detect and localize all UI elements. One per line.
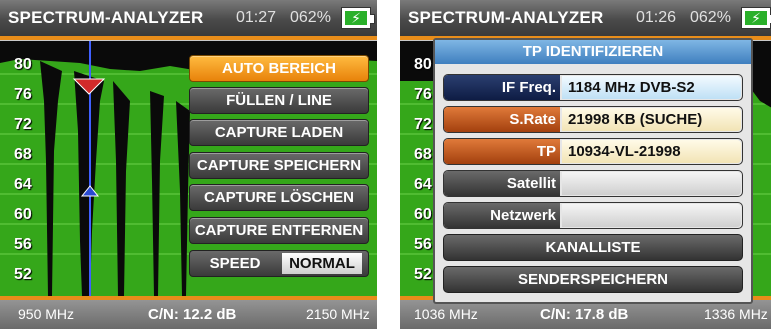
y-axis-label: 80 (414, 56, 432, 73)
network-row[interactable]: Netzwerk (443, 202, 743, 229)
y-axis-label: 76 (414, 86, 432, 103)
accent-line (0, 36, 377, 40)
transponder-label: TP (444, 139, 560, 164)
network-label: Netzwerk (444, 203, 560, 228)
y-axis-label: 56 (414, 236, 432, 253)
y-axis-label: 72 (414, 116, 432, 133)
capture-delete-button[interactable]: CAPTURE LÖSCHEN (189, 184, 369, 211)
speed-selector[interactable]: SPEED NORMAL (189, 250, 369, 277)
screen-title: SPECTRUM-ANALYZER (8, 8, 204, 27)
save-channels-button[interactable]: SENDERSPEICHERN (443, 266, 743, 293)
speed-value[interactable]: NORMAL (282, 253, 362, 274)
y-axis-label: 60 (414, 206, 432, 223)
auto-range-button[interactable]: AUTO BEREICH (189, 55, 369, 82)
cn-readout: C/N: 12.2 dB (148, 306, 237, 323)
capture-save-button[interactable]: CAPTURE SPEICHERN (189, 152, 369, 179)
capture-load-button[interactable]: CAPTURE LADEN (189, 119, 369, 146)
symbol-rate-label: S.Rate (444, 107, 560, 132)
end-frequency: 1336 MHz (704, 306, 768, 322)
y-axis-label: 72 (14, 116, 32, 133)
if-frequency-row[interactable]: IF Freq. 1184 MHz DVB-S2 (443, 74, 743, 101)
transponder-value: 10934-VL-21998 (562, 140, 741, 163)
y-axis-label: 56 (14, 236, 32, 253)
network-value (562, 204, 741, 227)
y-axis-label: 68 (414, 146, 432, 163)
screen-title: SPECTRUM-ANALYZER (408, 8, 604, 27)
capture-remove-button[interactable]: CAPTURE ENTFERNEN (189, 217, 369, 244)
clock: 01:27 (236, 9, 277, 26)
y-axis-label: 52 (14, 266, 32, 283)
y-axis-label: 76 (14, 86, 32, 103)
battery-percent: 062% (290, 9, 331, 26)
satellite-value (562, 172, 741, 195)
y-axis-label: 60 (14, 206, 32, 223)
spectrum-plot: 80 76 72 68 64 60 56 52 AUTO BEREICH FÜL… (0, 41, 377, 296)
y-axis-label: 52 (414, 266, 432, 283)
y-axis-label: 64 (14, 176, 32, 193)
transponder-row[interactable]: TP 10934-VL-21998 (443, 138, 743, 165)
title-bar: SPECTRUM-ANALYZER 01:27 062% ⚡ (0, 0, 377, 36)
symbol-rate-row[interactable]: S.Rate 21998 KB (SUCHE) (443, 106, 743, 133)
end-frequency: 2150 MHz (306, 306, 370, 322)
footer-accent-line (0, 296, 377, 300)
if-frequency-value: 1184 MHz DVB-S2 (562, 76, 741, 99)
y-axis-label: 80 (14, 56, 32, 73)
spectrum-analyzer-screen-left: SPECTRUM-ANALYZER 01:27 062% ⚡ 80 76 72 … (0, 0, 377, 329)
title-bar: SPECTRUM-ANALYZER 01:26 062% ⚡ (400, 0, 771, 36)
battery-icon: ⚡ (741, 7, 771, 29)
start-frequency: 1036 MHz (414, 306, 478, 322)
status-footer: 950 MHz C/N: 12.2 dB 2150 MHz (0, 296, 377, 329)
channel-list-button[interactable]: KANALLISTE (443, 234, 743, 261)
y-axis-label: 68 (14, 146, 32, 163)
satellite-row[interactable]: Satellit (443, 170, 743, 197)
dialog-title: TP IDENTIFIZIEREN (435, 40, 751, 64)
y-axis-label: 64 (414, 176, 432, 193)
start-frequency: 950 MHz (18, 306, 75, 322)
tp-identify-dialog: TP IDENTIFIZIEREN IF Freq. 1184 MHz DVB-… (433, 38, 753, 304)
if-frequency-label: IF Freq. (444, 75, 560, 100)
clock: 01:26 (636, 9, 677, 26)
battery-percent: 062% (690, 9, 731, 26)
speed-label: SPEED (209, 255, 261, 272)
battery-icon: ⚡ (341, 7, 375, 29)
symbol-rate-value: 21998 KB (SUCHE) (562, 108, 741, 131)
spectrum-analyzer-screen-right: SPECTRUM-ANALYZER 01:26 062% ⚡ 80 76 72 … (400, 0, 771, 329)
satellite-label: Satellit (444, 171, 560, 196)
fill-line-button[interactable]: FÜLLEN / LINE (189, 87, 369, 114)
cn-readout: C/N: 17.8 dB (540, 306, 629, 323)
